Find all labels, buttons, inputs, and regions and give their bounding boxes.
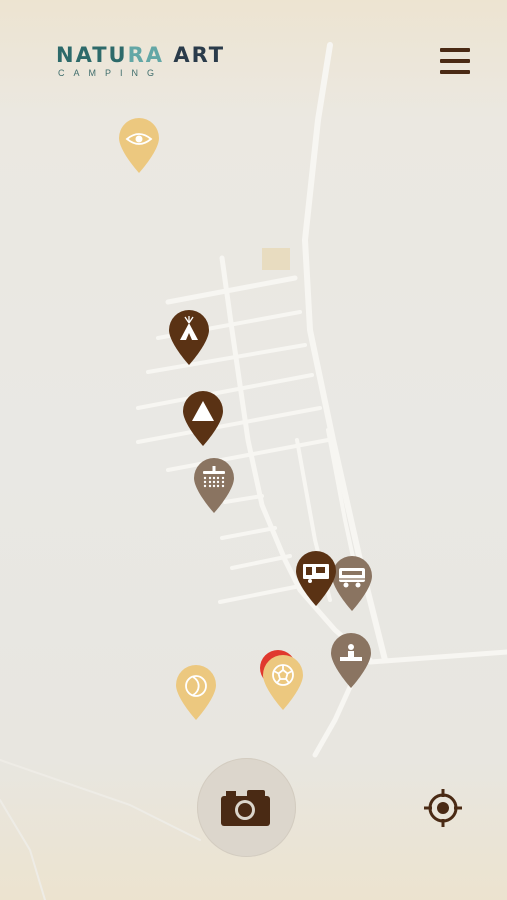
camera-icon (221, 790, 270, 826)
lane-8 (220, 526, 277, 540)
east-road (367, 649, 507, 665)
locate-me-button[interactable] (424, 789, 462, 827)
brand-subtitle: CAMPING (58, 68, 164, 78)
lane-5 (136, 406, 322, 444)
map-pin-night[interactable] (174, 664, 218, 722)
map-pin-viewpoint[interactable] (117, 117, 161, 175)
map-pin-shower[interactable] (192, 457, 236, 515)
outer-path-2 (0, 799, 46, 900)
building-block (262, 248, 290, 270)
brand-logo: NATURA ART CAMPING (56, 44, 246, 84)
map-pin-bungalow[interactable] (294, 550, 338, 608)
lane-9 (230, 554, 292, 570)
map-pin-tipi[interactable] (167, 309, 211, 367)
map-pin-sports[interactable] (259, 650, 305, 712)
lane-1 (165, 275, 298, 305)
lane-4 (136, 373, 314, 410)
map-pin-reception[interactable] (329, 632, 373, 690)
brand-title-part2: RA (127, 43, 165, 67)
lane-10 (218, 583, 307, 604)
map-screen: NATURA ART CAMPING (0, 0, 507, 900)
brand-title: NATURA ART (56, 44, 225, 66)
camera-button[interactable] (197, 758, 296, 857)
map-pin-tent[interactable] (181, 390, 225, 448)
outer-path (0, 759, 201, 841)
brand-title-part1: NATU (56, 43, 128, 67)
brand-title-part3: ART (164, 43, 226, 67)
hamburger-menu-icon[interactable] (438, 44, 472, 78)
crosshair-icon (424, 789, 462, 827)
